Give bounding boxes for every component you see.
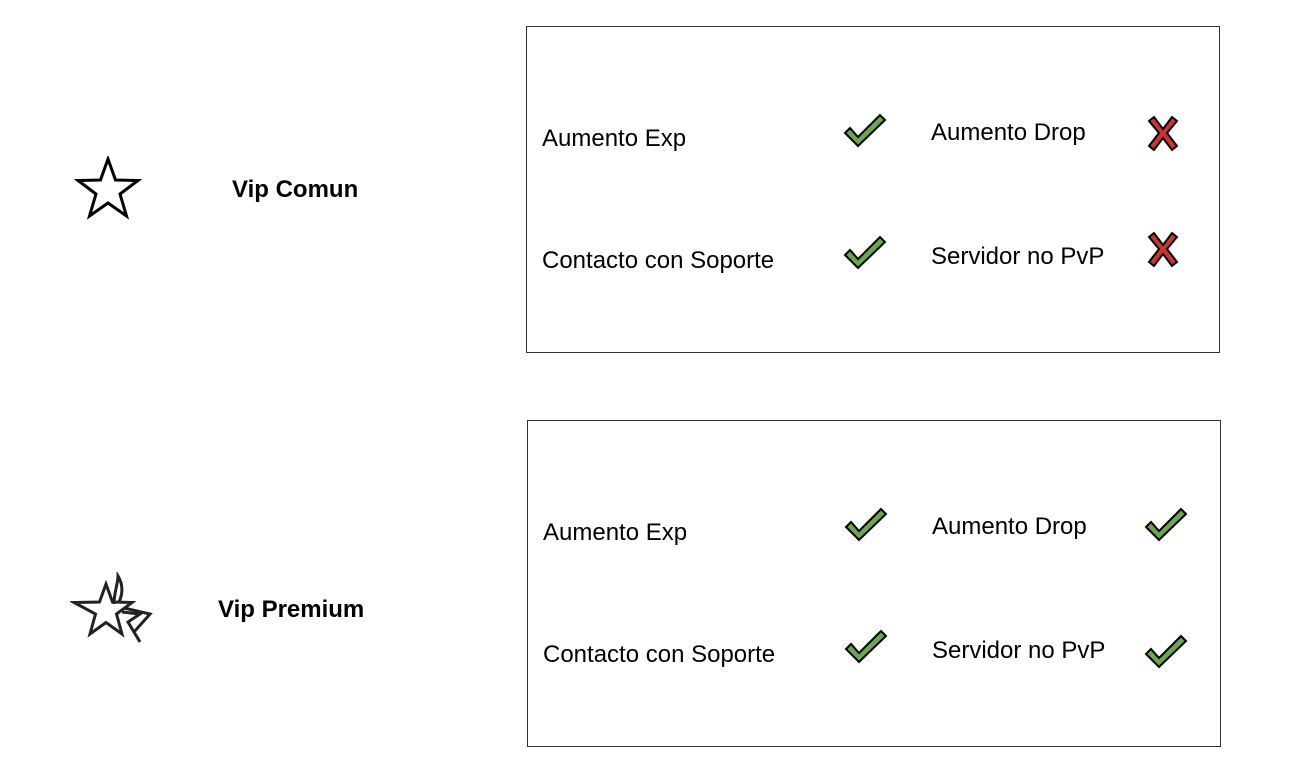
feature-label-aumento-exp: Aumento Exp xyxy=(543,519,688,546)
feature-status-mark xyxy=(1144,506,1188,546)
check-icon xyxy=(843,113,887,148)
feature-status-mark xyxy=(1143,231,1187,271)
feature-status-mark xyxy=(1143,115,1187,155)
feature-label-servidor-no-pvp: Servidor no PvP xyxy=(931,243,1105,270)
cross-icon xyxy=(1147,115,1179,152)
feature-box: Aumento Exp Aumento Drop Contacto con So… xyxy=(527,420,1221,747)
feature-status-mark xyxy=(843,112,887,152)
feature-status-mark xyxy=(1144,633,1188,673)
star-with-trails-icon xyxy=(70,572,153,643)
feature-label-contacto-soporte: Contacto con Soporte xyxy=(542,247,775,274)
feature-label-aumento-drop: Aumento Drop xyxy=(931,119,1086,146)
feature-status-mark xyxy=(844,506,888,546)
star-outline-icon xyxy=(74,156,142,220)
check-icon xyxy=(843,235,887,270)
cross-icon xyxy=(1147,231,1179,268)
check-icon xyxy=(1144,634,1188,669)
feature-label-aumento-drop: Aumento Drop xyxy=(932,513,1087,540)
tier-name: Vip Premium xyxy=(218,596,365,623)
tier-name: Vip Comun xyxy=(232,176,359,203)
feature-label-servidor-no-pvp: Servidor no PvP xyxy=(932,637,1106,664)
feature-label-contacto-soporte: Contacto con Soporte xyxy=(543,641,776,668)
check-icon xyxy=(1144,507,1188,542)
check-icon xyxy=(844,629,888,664)
feature-label-aumento-exp: Aumento Exp xyxy=(542,125,687,152)
feature-status-mark xyxy=(843,234,887,274)
feature-status-mark xyxy=(844,628,888,668)
feature-box: Aumento Exp Aumento Drop Contacto con So… xyxy=(526,26,1220,353)
check-icon xyxy=(844,507,888,542)
